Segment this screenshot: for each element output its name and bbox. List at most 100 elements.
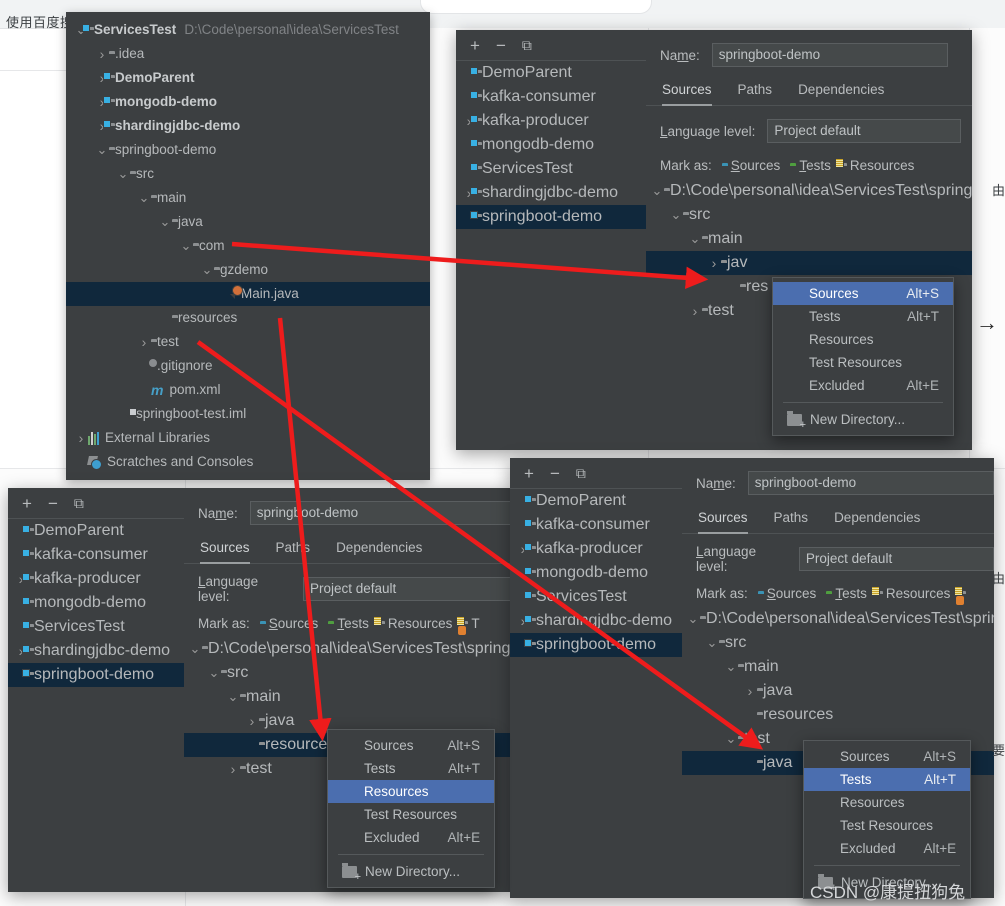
copy-module-button[interactable]: ⧉ [576,465,586,482]
content-root-tree-item[interactable]: ⌄ D:\Code\personal\idea\ServicesTest\spri… [184,637,512,661]
project-tree-item[interactable]: ⌄ gzdemo [66,258,430,282]
chevron-down-icon[interactable]: ⌄ [207,666,221,679]
project-tree-item[interactable]: › mongodb-demo [66,90,430,114]
module-list-panel[interactable]: + − ⧉ DemoParent kafka-consumer › kafka-pr… [456,30,647,450]
mark-as-test-resources-button[interactable]: T [458,616,480,635]
content-root-tree-item[interactable]: ⌄ src [184,661,512,685]
chevron-down-icon[interactable]: ⌄ [200,263,214,276]
module-list-item[interactable]: ServicesTest [456,157,646,181]
menu-item-test-resources[interactable]: Test Resources [804,814,970,837]
module-list-item[interactable]: springboot-demo [510,633,682,657]
copy-module-button[interactable]: ⧉ [74,495,84,512]
module-list-item[interactable]: springboot-demo [456,205,646,229]
project-tree-item[interactable]: ⌄ main [66,186,430,210]
module-list-item[interactable]: kafka-consumer [510,513,682,537]
browser-address-bar[interactable] [420,0,652,14]
module-list-item[interactable]: DemoParent [8,519,184,543]
content-root-tree-item[interactable]: ⌄ src [646,203,972,227]
tab-dependencies[interactable]: Dependencies [798,82,884,106]
add-module-button[interactable]: + [524,465,534,482]
project-tree-item[interactable]: ⌄ java [66,210,430,234]
menu-item-test-resources[interactable]: Test Resources [328,803,494,826]
menu-item-excluded[interactable]: Excluded Alt+E [804,837,970,860]
project-tree-item[interactable]: Main.java [66,282,430,306]
menu-item-sources[interactable]: Sources Alt+S [804,745,970,768]
module-list-item[interactable]: › kafka-producer [456,109,646,133]
chevron-right-icon[interactable]: › [707,251,721,275]
project-tree-item[interactable]: ⌄ springboot-demo [66,138,430,162]
mark-as-context-menu-top-right[interactable]: Sources Alt+S Tests Alt+T Resources Test Reso… [772,277,954,436]
next-page-arrow-icon[interactable]: → [976,312,998,334]
mark-as-tests-button[interactable]: Tests [826,586,867,601]
tab-paths[interactable]: Paths [738,82,773,106]
menu-item-excluded[interactable]: Excluded Alt+E [773,374,953,397]
project-tree-list[interactable]: ⌄ ServicesTest D:\Code\personal\idea\Servi… [66,18,430,474]
menu-item-new-directory[interactable]: New Directory... [773,408,953,431]
project-tree-item[interactable]: › shardingjdbc-demo [66,114,430,138]
project-tree-item[interactable]: springboot-test.iml [66,402,430,426]
menu-item-tests[interactable]: Tests Alt+T [773,305,953,328]
chevron-right-icon[interactable]: › [74,426,88,450]
menu-item-tests[interactable]: Tests Alt+T [804,768,970,791]
remove-module-button[interactable]: − [496,37,506,54]
module-list-item[interactable]: mongodb-demo [510,561,682,585]
module-list-item[interactable]: mongodb-demo [456,133,646,157]
mark-as-sources-button[interactable]: Sources [260,616,319,631]
menu-item-new-directory[interactable]: New Directory... [328,860,494,883]
chevron-right-icon[interactable]: › [95,42,109,66]
module-name-input[interactable]: springboot-demo [747,471,994,495]
module-list-item[interactable]: › shardingjdbc-demo [8,639,184,663]
module-list-item[interactable]: ServicesTest [8,615,184,639]
module-list-item[interactable]: DemoParent [456,61,646,85]
mark-as-sources-button[interactable]: Sources [758,586,817,601]
module-list-item[interactable]: kafka-consumer [456,85,646,109]
menu-item-tests[interactable]: Tests Alt+T [328,757,494,780]
chevron-down-icon[interactable]: ⌄ [137,191,151,204]
project-tree-item[interactable]: ⌄ ServicesTest D:\Code\personal\idea\Servi… [66,18,430,42]
mark-as-row[interactable]: Mark as: Sources Tests Resources [660,158,972,173]
project-tree-item[interactable]: › .idea [66,42,430,66]
module-list-toolbar[interactable]: + − ⧉ [8,488,184,519]
chevron-down-icon[interactable]: ⌄ [724,660,738,673]
copy-module-button[interactable]: ⧉ [522,37,532,54]
chevron-down-icon[interactable]: ⌄ [686,612,700,625]
project-tree-item[interactable]: ⌄ src [66,162,430,186]
chevron-down-icon[interactable]: ⌄ [158,215,172,228]
content-root-tree-item[interactable]: ⌄ main [682,655,994,679]
module-list-item[interactable]: › shardingjdbc-demo [456,181,646,205]
content-root-tree-item[interactable]: ⌄ main [646,227,972,251]
project-tree-item[interactable]: › DemoParent [66,66,430,90]
module-list-item[interactable]: DemoParent [510,489,682,513]
chevron-right-icon[interactable]: › [137,330,151,354]
module-list-item[interactable]: › kafka-producer [510,537,682,561]
module-tabs[interactable]: Sources Paths Dependencies [200,540,512,564]
content-root-tree-item[interactable]: ⌄ src [682,631,994,655]
menu-item-resources[interactable]: Resources [773,328,953,351]
mark-as-resources-button[interactable]: Resources [877,586,951,601]
chevron-down-icon[interactable]: ⌄ [724,732,738,745]
mark-as-sources-button[interactable]: Sources [722,158,781,173]
mark-as-context-menu-bottom-right[interactable]: Sources Alt+S Tests Alt+T Resources Test Reso… [803,740,971,899]
project-tool-window[interactable]: ⌄ ServicesTest D:\Code\personal\idea\Servi… [66,12,430,480]
module-list-item[interactable]: ServicesTest [510,585,682,609]
language-level-select[interactable]: Project default [798,547,994,571]
chevron-down-icon[interactable]: ⌄ [188,642,202,655]
content-root-tree-item[interactable]: resources [682,703,994,727]
project-tree-item[interactable]: resources [66,306,430,330]
project-tree-item[interactable]: m pom.xml [66,378,430,402]
chevron-down-icon[interactable]: ⌄ [226,690,240,703]
content-root-tree-item[interactable]: › jav [646,251,972,275]
module-list-item[interactable]: › kafka-producer [8,567,184,591]
tab-dependencies[interactable]: Dependencies [336,540,422,564]
module-list[interactable]: DemoParent kafka-consumer › kafka-producer… [510,489,682,657]
menu-item-test-resources[interactable]: Test Resources [773,351,953,374]
content-root-tree-item[interactable]: ⌄ D:\Code\personal\idea\ServicesTest\spri… [646,179,972,203]
chevron-down-icon[interactable]: ⌄ [95,143,109,156]
content-root-tree-item[interactable]: › java [682,679,994,703]
module-list[interactable]: DemoParent kafka-consumer › kafka-producer… [8,519,184,687]
module-name-input[interactable]: springboot-demo [711,43,948,67]
menu-item-excluded[interactable]: Excluded Alt+E [328,826,494,849]
module-list-item[interactable]: › shardingjdbc-demo [510,609,682,633]
mark-as-resources-button[interactable]: Resources [379,616,453,631]
tab-sources[interactable]: Sources [698,510,748,534]
